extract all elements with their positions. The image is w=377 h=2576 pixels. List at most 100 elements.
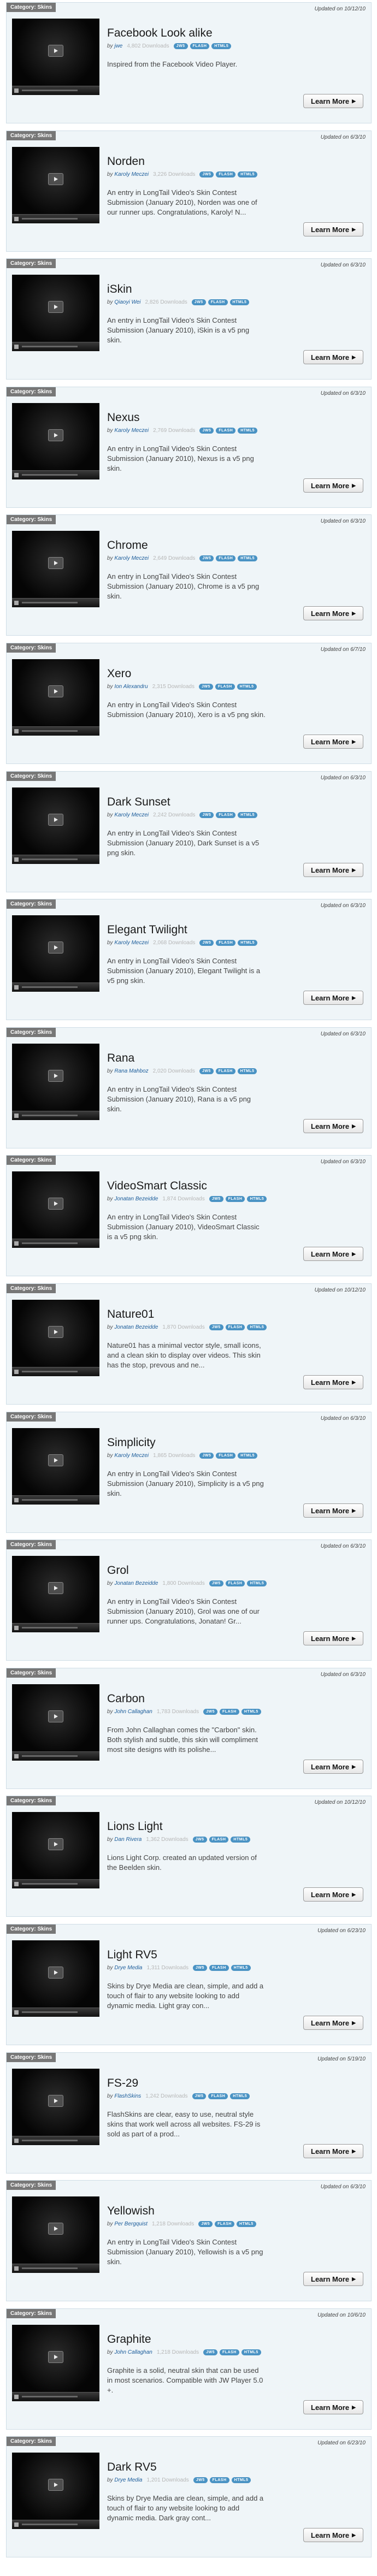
learn-more-button[interactable]: Learn More ▶ <box>303 1631 363 1645</box>
author-link[interactable]: Jonatan Bezeidde <box>114 1580 158 1586</box>
skin-thumbnail[interactable] <box>12 915 99 992</box>
skin-title[interactable]: iSkin <box>107 283 132 296</box>
category-tag[interactable]: Category: Skins <box>7 1540 56 1549</box>
author-link[interactable]: Drye Media <box>114 2477 142 2483</box>
learn-more-button[interactable]: Learn More ▶ <box>303 2400 363 2414</box>
author-link[interactable]: Ion Alexandru <box>114 684 148 690</box>
author-link[interactable]: Karoly Meczei <box>114 428 149 434</box>
category-tag[interactable]: Category: Skins <box>7 899 56 909</box>
skin-title[interactable]: Yellowish <box>107 2205 155 2218</box>
author-link[interactable]: Karoly Meczei <box>114 940 149 946</box>
skin-title[interactable]: Chrome <box>107 539 148 552</box>
category-tag[interactable]: Category: Skins <box>7 1668 56 1678</box>
learn-more-button[interactable]: Learn More ▶ <box>303 1375 363 1389</box>
skin-title[interactable]: Norden <box>107 155 145 168</box>
learn-more-button[interactable]: Learn More ▶ <box>303 2016 363 2030</box>
skin-title[interactable]: Simplicity <box>107 1436 156 1449</box>
learn-more-button[interactable]: Learn More ▶ <box>303 2528 363 2542</box>
learn-more-button[interactable]: Learn More ▶ <box>303 991 363 1005</box>
skin-thumbnail[interactable] <box>12 787 99 864</box>
skin-thumbnail[interactable] <box>12 403 99 479</box>
skin-thumbnail[interactable] <box>12 531 99 607</box>
learn-more-button[interactable]: Learn More ▶ <box>303 94 363 108</box>
skin-title[interactable]: Carbon <box>107 1692 145 1706</box>
category-tag[interactable]: Category: Skins <box>7 1412 56 1422</box>
author-link[interactable]: Rana Mahboz <box>114 1068 148 1074</box>
author-link[interactable]: Per Bergquist <box>114 2221 148 2227</box>
author-link[interactable]: John Callaghan <box>114 2349 152 2355</box>
category-tag[interactable]: Category: Skins <box>7 1796 56 1805</box>
skin-title[interactable]: Grol <box>107 1564 129 1577</box>
author-link[interactable]: Dan Rivera <box>114 1837 142 1843</box>
learn-more-button[interactable]: Learn More ▶ <box>303 735 363 749</box>
skin-thumbnail[interactable] <box>12 1428 99 1505</box>
skin-thumbnail[interactable] <box>12 1940 99 2017</box>
skin-title[interactable]: Facebook Look alike <box>107 27 213 40</box>
skin-thumbnail[interactable] <box>12 2196 99 2273</box>
skin-title[interactable]: Rana <box>107 1052 134 1065</box>
category-tag[interactable]: Category: Skins <box>7 2437 56 2446</box>
skin-thumbnail[interactable] <box>12 275 99 351</box>
learn-more-button[interactable]: Learn More ▶ <box>303 1887 363 1902</box>
skin-thumbnail[interactable] <box>12 1300 99 1376</box>
author-link[interactable]: Drye Media <box>114 1965 142 1971</box>
skin-thumbnail[interactable] <box>12 1684 99 1761</box>
category-tag[interactable]: Category: Skins <box>7 387 56 396</box>
category-tag[interactable]: Category: Skins <box>7 2053 56 2062</box>
category-tag[interactable]: Category: Skins <box>7 1924 56 1934</box>
author-link[interactable]: Karoly Meczei <box>114 812 149 818</box>
skin-thumbnail[interactable] <box>12 1556 99 1632</box>
category-tag[interactable]: Category: Skins <box>7 643 56 653</box>
learn-more-button[interactable]: Learn More ▶ <box>303 350 363 364</box>
skin-thumbnail[interactable] <box>12 1171 99 1248</box>
learn-more-button[interactable]: Learn More ▶ <box>303 606 363 620</box>
learn-more-button[interactable]: Learn More ▶ <box>303 478 363 493</box>
skin-thumbnail[interactable] <box>12 1044 99 1120</box>
category-tag[interactable]: Category: Skins <box>7 3 56 12</box>
category-tag[interactable]: Category: Skins <box>7 1028 56 1037</box>
skin-title[interactable]: Light RV5 <box>107 1949 157 1962</box>
learn-more-button[interactable]: Learn More ▶ <box>303 1247 363 1261</box>
category-tag[interactable]: Category: Skins <box>7 2309 56 2318</box>
category-tag[interactable]: Category: Skins <box>7 1284 56 1293</box>
author-link[interactable]: Karoly Meczei <box>114 555 149 561</box>
author-link[interactable]: Jonatan Bezeidde <box>114 1196 158 1202</box>
skin-title[interactable]: VideoSmart Classic <box>107 1180 207 1193</box>
learn-more-button[interactable]: Learn More ▶ <box>303 1503 363 1518</box>
skin-title[interactable]: Xero <box>107 667 131 680</box>
author-link[interactable]: Jonatan Bezeidde <box>114 1324 158 1330</box>
author-link[interactable]: Karoly Meczei <box>114 171 149 177</box>
author-link[interactable]: jwe <box>114 43 122 49</box>
author-link[interactable]: John Callaghan <box>114 1709 152 1715</box>
author-link[interactable]: Qiaoyi Wei <box>114 299 140 305</box>
skin-title[interactable]: Dark RV5 <box>107 2461 157 2474</box>
learn-more-button[interactable]: Learn More ▶ <box>303 1119 363 1133</box>
author-link[interactable]: Karoly Meczei <box>114 1453 149 1459</box>
learn-more-button[interactable]: Learn More ▶ <box>303 222 363 236</box>
category-tag[interactable]: Category: Skins <box>7 515 56 524</box>
skin-title[interactable]: Nature01 <box>107 1308 154 1321</box>
skin-thumbnail[interactable] <box>12 2325 99 2401</box>
category-tag[interactable]: Category: Skins <box>7 772 56 781</box>
skin-title[interactable]: FS-29 <box>107 2077 138 2090</box>
skin-title[interactable]: Dark Sunset <box>107 796 170 809</box>
skin-title[interactable]: Elegant Twilight <box>107 923 187 937</box>
skin-thumbnail[interactable] <box>12 659 99 736</box>
skin-title[interactable]: Lions Light <box>107 1820 163 1833</box>
learn-more-button[interactable]: Learn More ▶ <box>303 2272 363 2286</box>
skin-thumbnail[interactable] <box>12 147 99 223</box>
skin-thumbnail[interactable] <box>12 1812 99 1888</box>
skin-thumbnail[interactable] <box>12 2069 99 2145</box>
skin-thumbnail[interactable] <box>12 2453 99 2529</box>
learn-more-button[interactable]: Learn More ▶ <box>303 863 363 877</box>
category-tag[interactable]: Category: Skins <box>7 259 56 268</box>
skin-title[interactable]: Nexus <box>107 411 140 424</box>
author-link[interactable]: FlashSkins <box>114 2093 141 2099</box>
category-tag[interactable]: Category: Skins <box>7 1156 56 1165</box>
skin-thumbnail[interactable] <box>12 19 99 95</box>
category-tag[interactable]: Category: Skins <box>7 2181 56 2190</box>
category-tag[interactable]: Category: Skins <box>7 131 56 140</box>
learn-more-button[interactable]: Learn More ▶ <box>303 2144 363 2158</box>
skin-title[interactable]: Graphite <box>107 2333 151 2346</box>
learn-more-button[interactable]: Learn More ▶ <box>303 1760 363 1774</box>
